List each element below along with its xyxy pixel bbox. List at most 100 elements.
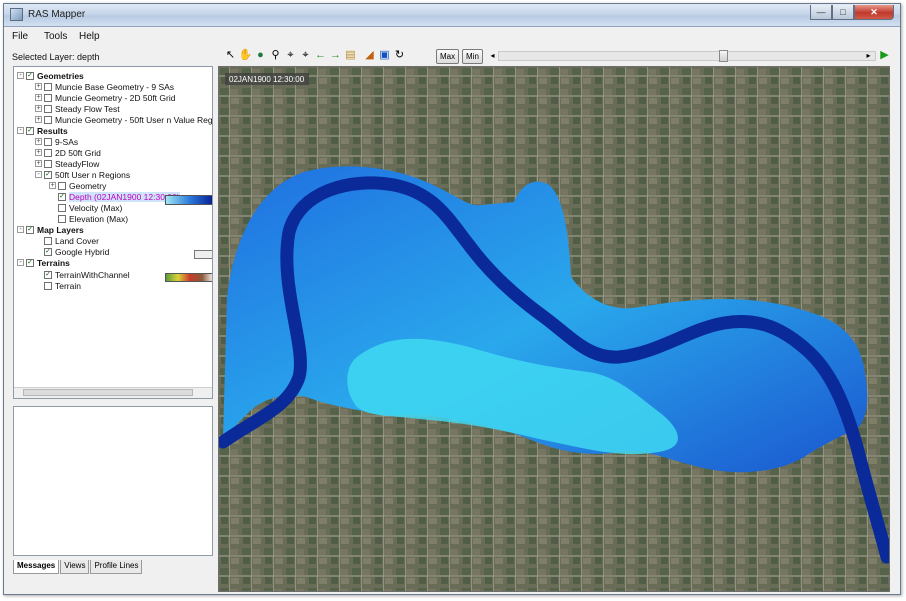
globe-icon[interactable]: ●: [254, 49, 267, 62]
max-button[interactable]: Max: [436, 49, 460, 64]
collapse-icon[interactable]: -: [35, 171, 42, 178]
tree-result-depth[interactable]: ✓ Depth (02JAN1900 12:30:00): [58, 191, 180, 202]
maximize-button[interactable]: □: [832, 5, 854, 20]
checkbox[interactable]: [44, 281, 52, 290]
checkbox[interactable]: [44, 236, 52, 245]
app-icon: [10, 8, 23, 21]
tab-messages[interactable]: Messages: [13, 560, 60, 574]
tree-map-layers[interactable]: - ✓ Map Layers: [17, 224, 84, 235]
tree-result-item[interactable]: - ✓ 50ft User n Regions: [35, 169, 130, 180]
tree-horizontal-scrollbar[interactable]: [14, 387, 212, 398]
expand-icon[interactable]: +: [35, 116, 42, 123]
checkbox-checked[interactable]: ✓: [58, 192, 66, 201]
profile-icon[interactable]: ◢: [363, 49, 376, 62]
layer-tree-panel: - ✓ Geometries + Muncie Base Geometry - 9 S…: [13, 66, 213, 399]
map-timestamp: 02JAN1900 12:30:00: [229, 75, 305, 84]
tree-geometry-item[interactable]: + Steady Flow Test: [35, 103, 120, 114]
menu-help[interactable]: Help: [79, 31, 100, 42]
tree-geometries[interactable]: - ✓ Geometries: [17, 70, 84, 81]
tree-result-velocity[interactable]: Velocity (Max): [58, 202, 122, 213]
depth-color-ramp: [165, 195, 212, 205]
checkbox[interactable]: [44, 104, 52, 113]
tree-result-item[interactable]: + SteadyFlow: [35, 158, 99, 169]
terrain-color-ramp: [165, 273, 212, 282]
depth-layer-label: Depth (02JAN1900 12:30:00): [69, 191, 180, 202]
collapse-icon[interactable]: -: [17, 226, 24, 233]
layer-icon[interactable]: ▣: [378, 49, 391, 62]
expand-icon[interactable]: +: [49, 182, 56, 189]
tree-terrain-item[interactable]: Terrain: [44, 280, 81, 291]
pointer-icon[interactable]: ↖: [224, 49, 237, 62]
expand-icon[interactable]: +: [35, 149, 42, 156]
tree-geometry-item[interactable]: + Muncie Geometry - 2D 50ft Grid: [35, 92, 175, 103]
expand-icon[interactable]: +: [35, 105, 42, 112]
checkbox[interactable]: [44, 115, 52, 124]
checkbox-checked[interactable]: ✓: [44, 170, 52, 179]
tree-map-layer-item[interactable]: ✓ Google Hybrid: [44, 246, 109, 257]
collapse-icon[interactable]: -: [17, 127, 24, 134]
messages-panel: [13, 406, 213, 556]
time-slider-thumb[interactable]: [719, 50, 728, 62]
map-toolbar: ↖ ✋ ● ⚲ ⌖ ⌖ ← → ▤ ◢ ▣ ↻ Max Min ◂ ▸ ▶: [222, 47, 900, 65]
checkbox-checked[interactable]: ✓: [26, 71, 34, 80]
scrollbar-thumb[interactable]: [23, 389, 193, 396]
tab-profile-lines[interactable]: Profile Lines: [90, 560, 143, 574]
checkbox[interactable]: [58, 181, 66, 190]
zoom-out-icon[interactable]: ⌖: [299, 49, 312, 62]
expand-icon[interactable]: +: [35, 83, 42, 90]
tree-result-geometry[interactable]: + Geometry: [49, 180, 106, 191]
layer-options-button[interactable]: [194, 250, 212, 259]
checkbox-checked[interactable]: ✓: [44, 270, 52, 279]
expand-icon[interactable]: +: [35, 138, 42, 145]
checkbox[interactable]: [58, 203, 66, 212]
checkbox[interactable]: [44, 137, 52, 146]
selected-layer-label: Selected Layer: depth: [12, 52, 100, 62]
tree-terrains[interactable]: - ✓ Terrains: [17, 257, 70, 268]
checkbox[interactable]: [44, 82, 52, 91]
checkbox-checked[interactable]: ✓: [26, 126, 34, 135]
tree-result-item[interactable]: +9-SAs: [35, 136, 78, 147]
map-canvas[interactable]: 02JAN1900 12:30:00: [219, 67, 890, 592]
zoom-icon[interactable]: ⚲: [269, 49, 282, 62]
play-icon[interactable]: ▶: [878, 49, 891, 62]
close-button[interactable]: ✕: [854, 5, 894, 20]
app-window: RAS Mapper — □ ✕ File Tools Help Selecte…: [3, 3, 901, 595]
menu-file[interactable]: File: [12, 31, 28, 42]
checkbox[interactable]: [44, 148, 52, 157]
tree-result-item[interactable]: +2D 50ft Grid: [35, 147, 101, 158]
min-button[interactable]: Min: [462, 49, 483, 64]
checkbox-checked[interactable]: ✓: [26, 225, 34, 234]
checkbox-checked[interactable]: ✓: [44, 247, 52, 256]
tree-result-elevation[interactable]: Elevation (Max): [58, 213, 128, 224]
expand-icon[interactable]: +: [35, 94, 42, 101]
minimize-button[interactable]: —: [810, 5, 832, 20]
tree-map-layer-item[interactable]: Land Cover: [44, 235, 99, 246]
window-controls: — □ ✕: [810, 5, 894, 20]
zoom-in-icon[interactable]: ⌖: [284, 49, 297, 62]
measure-icon[interactable]: ▤: [344, 49, 357, 62]
back-arrow-icon[interactable]: ←: [314, 49, 327, 62]
tree-terrain-item[interactable]: ✓ TerrainWithChannel: [44, 269, 130, 280]
map-view[interactable]: 02JAN1900 12:30:00: [218, 66, 890, 592]
refresh-icon[interactable]: ↻: [393, 49, 406, 62]
time-slider[interactable]: [498, 50, 876, 62]
tab-views[interactable]: Views: [60, 560, 90, 574]
pan-hand-icon[interactable]: ✋: [239, 49, 253, 62]
collapse-icon[interactable]: -: [17, 72, 24, 79]
forward-arrow-icon[interactable]: →: [329, 49, 342, 62]
tree-geometry-item[interactable]: + Muncie Geometry - 50ft User n Value Reg…: [35, 114, 212, 125]
menu-tools[interactable]: Tools: [44, 31, 67, 42]
tree-results[interactable]: - ✓ Results: [17, 125, 68, 136]
collapse-icon[interactable]: -: [17, 259, 24, 266]
status-area: [13, 576, 213, 590]
tree-geometry-item[interactable]: + Muncie Base Geometry - 9 SAs: [35, 81, 174, 92]
checkbox-checked[interactable]: ✓: [26, 258, 34, 267]
slider-right-icon[interactable]: ▸: [862, 49, 875, 62]
checkbox[interactable]: [44, 93, 52, 102]
checkbox[interactable]: [44, 159, 52, 168]
expand-icon[interactable]: +: [35, 160, 42, 167]
title-bar[interactable]: RAS Mapper — □ ✕: [4, 4, 900, 27]
window-title: RAS Mapper: [28, 9, 86, 20]
checkbox[interactable]: [58, 214, 66, 223]
menu-bar: File Tools Help: [4, 27, 900, 45]
